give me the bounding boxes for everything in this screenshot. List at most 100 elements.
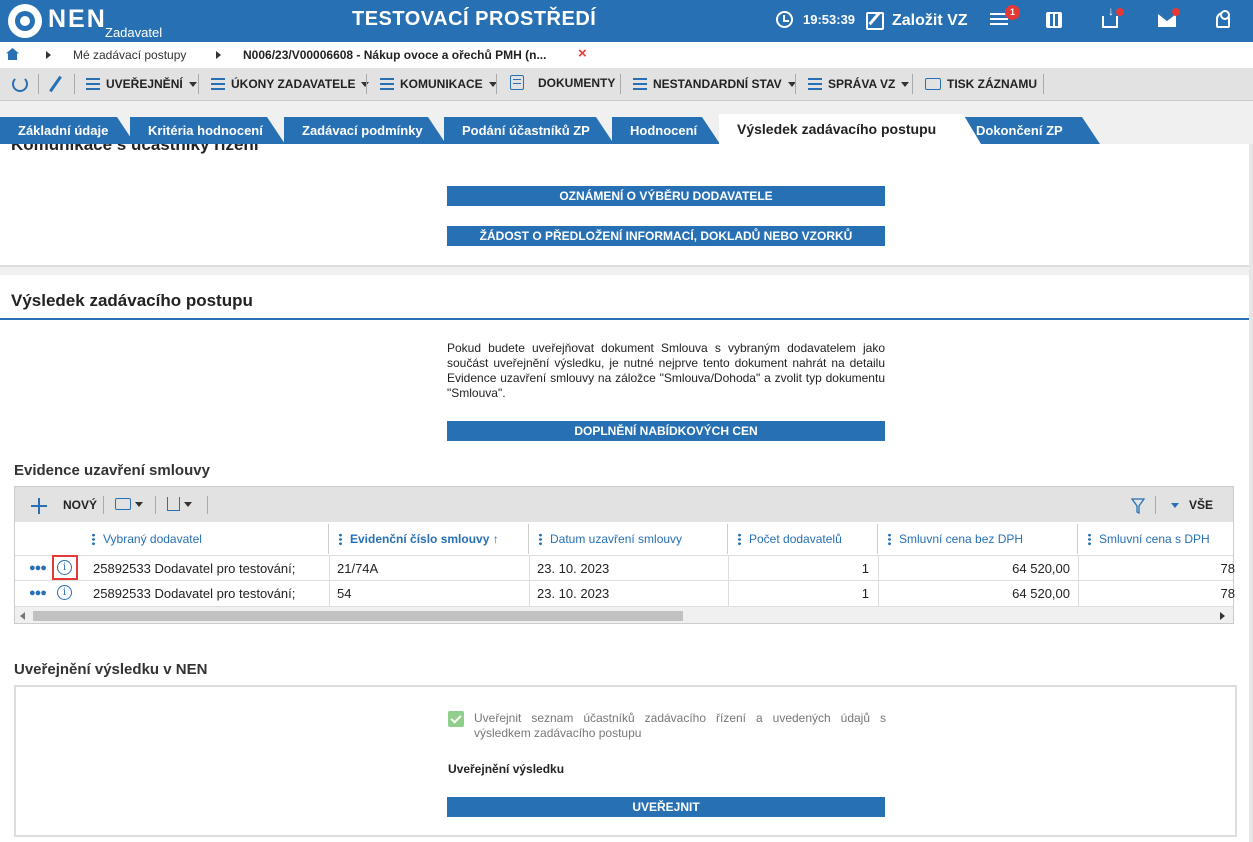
toolbar-print-label: TISK ZÁZNAMU [947, 77, 1037, 91]
breadcrumb-current-procedure[interactable]: N006/23/V00006608 - Nákup ovoce a ořechů… [243, 48, 546, 62]
filter-icon[interactable] [1131, 498, 1145, 515]
tab-tender-conditions[interactable]: Zadávací podmínky [284, 117, 446, 144]
tab-evaluation[interactable]: Hodnocení [612, 117, 720, 144]
grid-export-menu[interactable] [167, 497, 192, 511]
user-icon[interactable] [1216, 10, 1230, 28]
toolbar-divider [103, 496, 104, 514]
cell-price-vat: 78 [1220, 561, 1235, 576]
cell-supplier-count: 1 [861, 586, 869, 601]
toolbar-documents-label: DOKUMENTY [538, 75, 616, 90]
publish-participants-checkbox[interactable] [448, 711, 464, 727]
column-header-contract-number[interactable]: Evidenční číslo smlouvy ↑ [329, 524, 529, 554]
inbox-icon[interactable] [1102, 4, 1118, 28]
info-icon[interactable]: i [57, 585, 72, 600]
column-header-supplier[interactable]: Vybraný dodavatel [82, 524, 329, 554]
calculator-icon[interactable] [1046, 12, 1062, 28]
table-row[interactable]: ●●● i 25892533 Dodavatel pro testování; … [15, 555, 1235, 581]
toolbar-documents-button[interactable]: DOKUMENTY [510, 75, 615, 90]
document-request-button[interactable]: ŽÁDOST O PŘEDLOŽENÍ INFORMACÍ, DOKLADŮ N… [447, 226, 885, 246]
create-vz-button[interactable]: Založit VZ [866, 8, 968, 34]
bid-prices-button[interactable]: DOPLNĚNÍ NABÍDKOVÝCH CEN [447, 421, 885, 441]
tab-basic-info[interactable]: Základní údaje [0, 117, 135, 144]
mail-icon[interactable] [1158, 14, 1176, 27]
tab-evaluation-criteria[interactable]: Kritéria hodnocení [130, 117, 285, 144]
grid-filter-select[interactable]: VŠE [1171, 498, 1213, 512]
menu-badge: 1 [1005, 5, 1020, 20]
column-header-price-without-vat[interactable]: Smluvní cena bez DPH [878, 524, 1078, 554]
publication-section-title: Uveřejnění výsledku v NEN [14, 661, 208, 678]
add-icon[interactable] [31, 498, 47, 514]
home-icon[interactable] [6, 48, 19, 60]
tab-completion[interactable]: Dokončení ZP [958, 117, 1100, 144]
toolbar-management-label: SPRÁVA VZ [828, 77, 896, 91]
top-bar: NEN Zadavatel TESTOVACÍ PROSTŘEDÍ 19:53:… [0, 0, 1253, 42]
cell-price-vat: 78 [1220, 586, 1235, 601]
toolbar-communication-menu[interactable]: KOMUNIKACE [380, 77, 497, 91]
printer-icon [925, 78, 941, 90]
refresh-icon[interactable] [12, 76, 28, 92]
breadcrumb-my-procedures[interactable]: Mé zadávací postupy [73, 48, 186, 62]
list-icon [380, 78, 394, 90]
column-menu-icon[interactable] [339, 532, 342, 546]
pencil-icon[interactable] [49, 75, 62, 93]
toolbar-nonstandard-menu[interactable]: NESTANDARDNÍ STAV [633, 77, 796, 91]
procedure-result-title: Výsledek zadávacího postupu [11, 291, 253, 310]
close-icon[interactable]: × [578, 45, 587, 62]
cell-contract-number: 21/74A [337, 561, 379, 576]
column-menu-icon[interactable] [92, 532, 95, 546]
page-scrollbar[interactable] [1249, 144, 1253, 842]
scroll-left-icon[interactable] [20, 612, 25, 620]
toolbar-print-button[interactable]: TISK ZÁZNAMU [925, 77, 1037, 91]
column-menu-icon[interactable] [1088, 532, 1091, 546]
column-header-contract-date[interactable]: Datum uzavření smlouvy [529, 524, 728, 554]
procedure-result-panel: Výsledek zadávacího postupu Pokud budete… [0, 275, 1249, 842]
session-time: 19:53:39 [803, 12, 856, 27]
scrollbar-thumb[interactable] [33, 611, 683, 621]
toolbar-actions-menu[interactable]: ÚKONY ZADAVATELE [211, 77, 370, 91]
toolbar-publish-menu[interactable]: UVEŘEJNĚNÍ [86, 77, 197, 91]
brand-subtitle: Zadavatel [105, 25, 163, 40]
tab-participant-submissions[interactable]: Podání účastníků ZP [444, 117, 614, 144]
cell-supplier: 25892533 Dodavatel pro testování; [93, 586, 296, 601]
cell-supplier-count: 1 [861, 561, 869, 576]
publication-label: Uveřejnění výsledku [448, 762, 565, 776]
result-info-text: Pokud budete uveřejňovat dokument Smlouv… [447, 341, 885, 400]
clock-icon [776, 11, 793, 28]
column-menu-icon[interactable] [738, 532, 741, 546]
column-menu-icon[interactable] [539, 532, 542, 546]
toolbar-management-menu[interactable]: SPRÁVA VZ [808, 77, 910, 91]
toolbar-publish-label: UVEŘEJNĚNÍ [106, 77, 183, 91]
toolbar-divider [795, 74, 796, 94]
grid-print-menu[interactable] [115, 498, 143, 510]
table-row[interactable]: ●●● i 25892533 Dodavatel pro testování; … [15, 580, 1235, 606]
publication-panel: Uveřejnit seznam účastníků zadávacího ří… [14, 685, 1237, 837]
scroll-right-icon[interactable] [1220, 612, 1225, 620]
grid-filter-label: VŠE [1189, 498, 1214, 512]
column-header-price-with-vat[interactable]: Smluvní cena s DPH [1078, 524, 1235, 554]
nen-logo[interactable] [8, 4, 42, 38]
toolbar-divider [74, 74, 75, 94]
toolbar-divider [198, 74, 199, 94]
supplier-selection-notice-button[interactable]: OZNÁMENÍ O VÝBĚRU DODAVATELE [447, 186, 885, 206]
publish-participants-label: Uveřejnit seznam účastníků zadávacího ří… [474, 711, 886, 740]
toolbar-communication-label: KOMUNIKACE [400, 77, 483, 91]
document-icon [510, 75, 524, 90]
publish-button[interactable]: UVEŘEJNIT [447, 797, 885, 817]
list-icon [211, 78, 225, 90]
tab-procedure-result[interactable]: Výsledek zadávacího postupu [719, 114, 981, 144]
toolbar-divider [620, 74, 621, 94]
row-actions-icon[interactable]: ●●● [29, 562, 47, 574]
toolbar-divider [155, 496, 156, 514]
horizontal-scrollbar[interactable] [15, 606, 1233, 623]
cell-contract-date: 23. 10. 2023 [537, 586, 610, 601]
breadcrumb-arrow-icon [216, 51, 221, 59]
toolbar-divider [38, 74, 39, 94]
column-header-supplier-count[interactable]: Počet dodavatelů [728, 524, 878, 554]
column-menu-icon[interactable] [888, 532, 891, 546]
chevron-down-icon [184, 501, 192, 507]
row-actions-icon[interactable]: ●●● [29, 587, 47, 599]
chevron-down-icon [901, 81, 910, 87]
new-record-button[interactable]: NOVÝ [63, 498, 97, 512]
cell-price: 64 520,00 [1012, 561, 1070, 576]
create-vz-label: Založit VZ [892, 12, 968, 29]
